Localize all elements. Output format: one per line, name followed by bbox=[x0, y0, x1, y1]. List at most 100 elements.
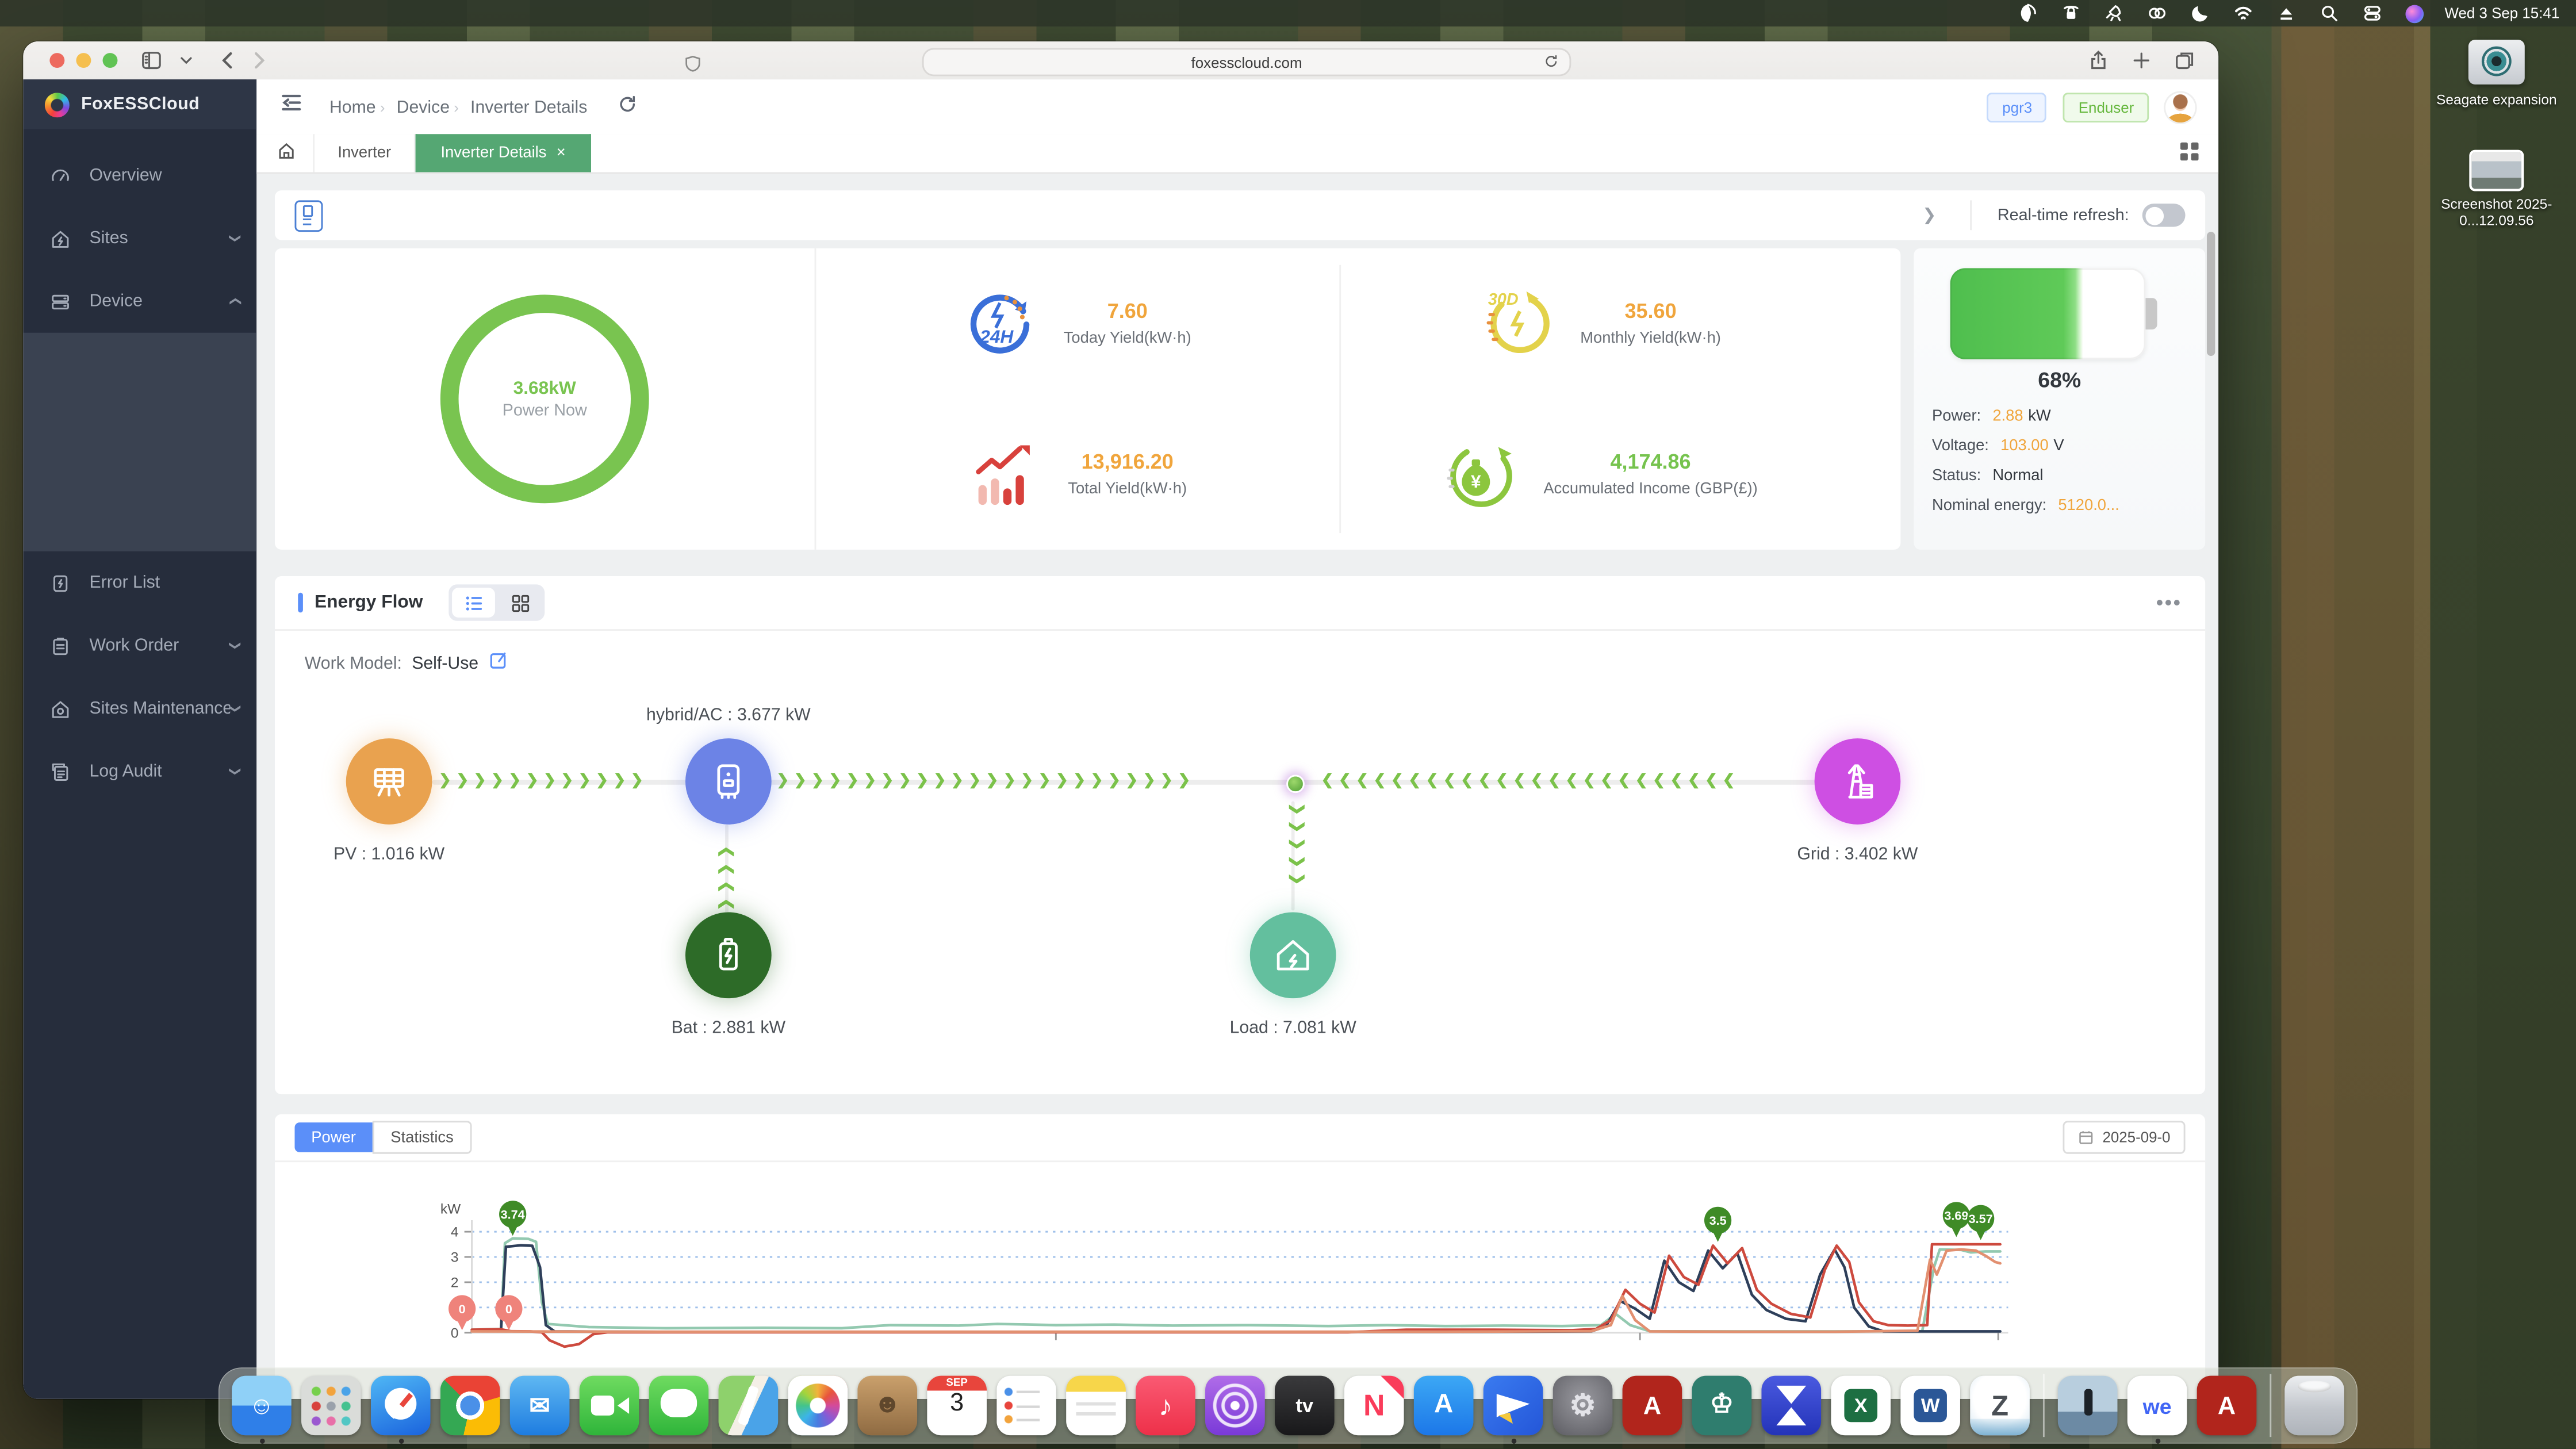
expand-info-chevron-icon[interactable]: ❯ bbox=[1922, 206, 1936, 224]
creative-cloud-icon[interactable] bbox=[2146, 2, 2168, 24]
close-window-button[interactable] bbox=[49, 53, 64, 68]
tab-inverter[interactable]: Inverter bbox=[313, 134, 416, 172]
dock-icon-hmrc[interactable]: ♔ bbox=[1692, 1376, 1752, 1436]
pv-node[interactable] bbox=[346, 738, 432, 825]
sidebar-subitem-datalogger[interactable] bbox=[23, 388, 256, 442]
load-node[interactable] bbox=[1250, 912, 1336, 998]
realtime-refresh-toggle[interactable] bbox=[2142, 204, 2186, 227]
breadcrumb-item[interactable]: Device › bbox=[397, 97, 459, 117]
dock-icon-reminders[interactable] bbox=[996, 1376, 1056, 1436]
dock-icon-wetransfer[interactable]: we bbox=[2128, 1376, 2187, 1436]
eject-icon[interactable] bbox=[2276, 2, 2297, 24]
sidebar-item-work-order[interactable]: Work Order❯ bbox=[23, 614, 256, 677]
dock-icon-launchpad[interactable] bbox=[301, 1376, 361, 1436]
dock-icon-messages[interactable] bbox=[649, 1376, 709, 1436]
reload-icon[interactable] bbox=[1543, 52, 1559, 72]
grid-node[interactable] bbox=[1815, 738, 1901, 825]
dock-icon-music[interactable]: ♪ bbox=[1136, 1376, 1195, 1436]
user-avatar[interactable] bbox=[2165, 92, 2195, 122]
refresh-page-icon[interactable] bbox=[617, 92, 637, 122]
dock-icon-finder[interactable]: ☺ bbox=[232, 1376, 292, 1436]
page-scrollbar-thumb[interactable] bbox=[2207, 232, 2215, 356]
sidebar-toggle-icon[interactable] bbox=[141, 49, 162, 71]
dock-icon-system-settings[interactable]: ⚙ bbox=[1553, 1376, 1613, 1436]
tab-power[interactable]: Power bbox=[294, 1122, 372, 1152]
tab-statistics[interactable]: Statistics bbox=[373, 1121, 472, 1154]
edit-work-model-icon[interactable] bbox=[488, 649, 508, 679]
sidebar-chevron-icon[interactable] bbox=[175, 49, 197, 71]
battery-node[interactable] bbox=[685, 912, 772, 998]
dock-icon-excel[interactable]: X bbox=[1831, 1376, 1891, 1436]
siri-icon[interactable] bbox=[2405, 4, 2423, 22]
dock-icon-photos[interactable] bbox=[788, 1376, 848, 1436]
new-tab-icon[interactable] bbox=[2131, 49, 2152, 71]
tab-overview-icon[interactable] bbox=[2174, 49, 2195, 71]
privacy-shield-icon[interactable] bbox=[684, 51, 702, 81]
wifi-icon[interactable] bbox=[2233, 2, 2254, 24]
dock-icon-acrobat-2[interactable]: A bbox=[2197, 1376, 2257, 1436]
dock-icon-notes[interactable] bbox=[1066, 1376, 1126, 1436]
dock-icon-trash[interactable] bbox=[2284, 1376, 2344, 1436]
date-picker[interactable]: 2025-09-0 bbox=[2063, 1121, 2185, 1154]
sidebar-item-device[interactable]: Device❯ bbox=[23, 270, 256, 332]
tab-inverter-details[interactable]: Inverter Details× bbox=[416, 134, 591, 172]
sidebar-subitem-meter[interactable] bbox=[23, 442, 256, 497]
dock-icon-downloads-stack[interactable] bbox=[2058, 1376, 2118, 1436]
menubar-clock[interactable]: Wed 3 Sep 15:41 bbox=[2444, 5, 2559, 22]
list-view-button[interactable] bbox=[453, 588, 496, 618]
sidebar-subitem-inverter[interactable] bbox=[23, 333, 256, 388]
dock-icon-appstore[interactable]: A bbox=[1414, 1376, 1474, 1436]
address-bar[interactable]: foxesscloud.com bbox=[922, 48, 1571, 76]
dock-icon-safari[interactable] bbox=[371, 1376, 431, 1436]
grid-view-button[interactable] bbox=[499, 588, 542, 618]
energy-flow-diagram: ❯❯❯❯❯❯❯❯❯❯❯❯ ❯❯❯❯❯❯❯❯❯❯❯❯❯❯❯❯❯❯❯❯❯❯❯❯ ❮❮… bbox=[275, 685, 2205, 1094]
tab-grid-icon[interactable] bbox=[2180, 138, 2199, 168]
dock-icon-calendar[interactable]: SEP 3 bbox=[927, 1376, 987, 1436]
dock-icon-acrobat[interactable]: A bbox=[1623, 1376, 1682, 1436]
dock-icon-contacts[interactable]: ☻ bbox=[857, 1376, 917, 1436]
dock-icon-maps[interactable] bbox=[719, 1376, 779, 1436]
helper-app-icon[interactable] bbox=[2018, 2, 2039, 24]
minimize-window-button[interactable] bbox=[76, 53, 91, 68]
role-badge[interactable]: Enduser bbox=[2064, 92, 2149, 122]
breadcrumb-item[interactable]: Home › bbox=[329, 97, 385, 117]
back-button[interactable] bbox=[217, 49, 238, 71]
vpn-lock-icon[interactable] bbox=[2060, 2, 2082, 24]
zoom-window-button[interactable] bbox=[103, 53, 118, 68]
forward-button[interactable] bbox=[248, 49, 270, 71]
close-tab-icon[interactable]: × bbox=[557, 144, 566, 162]
sidebar-subitem-ems[interactable] bbox=[23, 497, 256, 551]
control-center-icon[interactable] bbox=[2362, 2, 2383, 24]
desktop-icon-seagate-drive[interactable]: Seagate expansion bbox=[2427, 40, 2566, 109]
collapse-sidebar-icon[interactable] bbox=[280, 91, 303, 122]
dock-icon-news[interactable]: N bbox=[1344, 1376, 1404, 1436]
dock-icon-spark-mail[interactable] bbox=[1483, 1376, 1543, 1436]
sidebar-item-overview[interactable]: Overview bbox=[23, 144, 256, 206]
power-line-chart[interactable]: 43210kW003.743.53.693.57 bbox=[275, 1164, 2205, 1399]
workspace-badge[interactable]: pgr3 bbox=[1987, 92, 2047, 122]
focus-moon-icon[interactable] bbox=[2190, 2, 2211, 24]
view-mode-segmented-control bbox=[449, 584, 545, 620]
dock-icon-podcasts[interactable] bbox=[1205, 1376, 1265, 1436]
dock-icon-facetime[interactable] bbox=[580, 1376, 639, 1436]
share-icon[interactable] bbox=[2088, 49, 2109, 71]
dock-icon-hourglass-app[interactable] bbox=[1761, 1376, 1821, 1436]
dock-icon-chrome[interactable] bbox=[440, 1376, 500, 1436]
home-tab-icon[interactable] bbox=[277, 138, 297, 168]
breadcrumb-item[interactable]: Inverter Details › bbox=[470, 97, 587, 117]
desktop-icon-screenshot[interactable]: Screenshot 2025-0...12.09.56 bbox=[2427, 152, 2566, 230]
rocket-icon[interactable] bbox=[2103, 2, 2125, 24]
load-power-label: Load : 7.081 kW bbox=[1111, 1018, 1475, 1038]
inverter-node[interactable] bbox=[685, 738, 772, 825]
sidebar-item-log-audit[interactable]: Log Audit❯ bbox=[23, 740, 256, 803]
card-menu-icon[interactable]: ••• bbox=[2156, 591, 2182, 614]
dock-icon-mail[interactable]: ✉ bbox=[510, 1376, 570, 1436]
sidebar-item-sites[interactable]: Sites❯ bbox=[23, 207, 256, 270]
dock-icon-appletv[interactable]: tv bbox=[1275, 1376, 1335, 1436]
spotlight-search-icon[interactable] bbox=[2319, 2, 2340, 24]
sidebar-item-error-list[interactable]: Error List bbox=[23, 551, 256, 614]
dock-icon-word[interactable]: W bbox=[1900, 1376, 1960, 1436]
sidebar-item-sites-maintenance[interactable]: Sites Maintenance❯ bbox=[23, 677, 256, 740]
flow-arrows-pv-to-inverter: ❯❯❯❯❯❯❯❯❯❯❯❯ bbox=[439, 773, 648, 788]
dock-icon-zotero[interactable]: Z bbox=[1970, 1376, 2030, 1436]
